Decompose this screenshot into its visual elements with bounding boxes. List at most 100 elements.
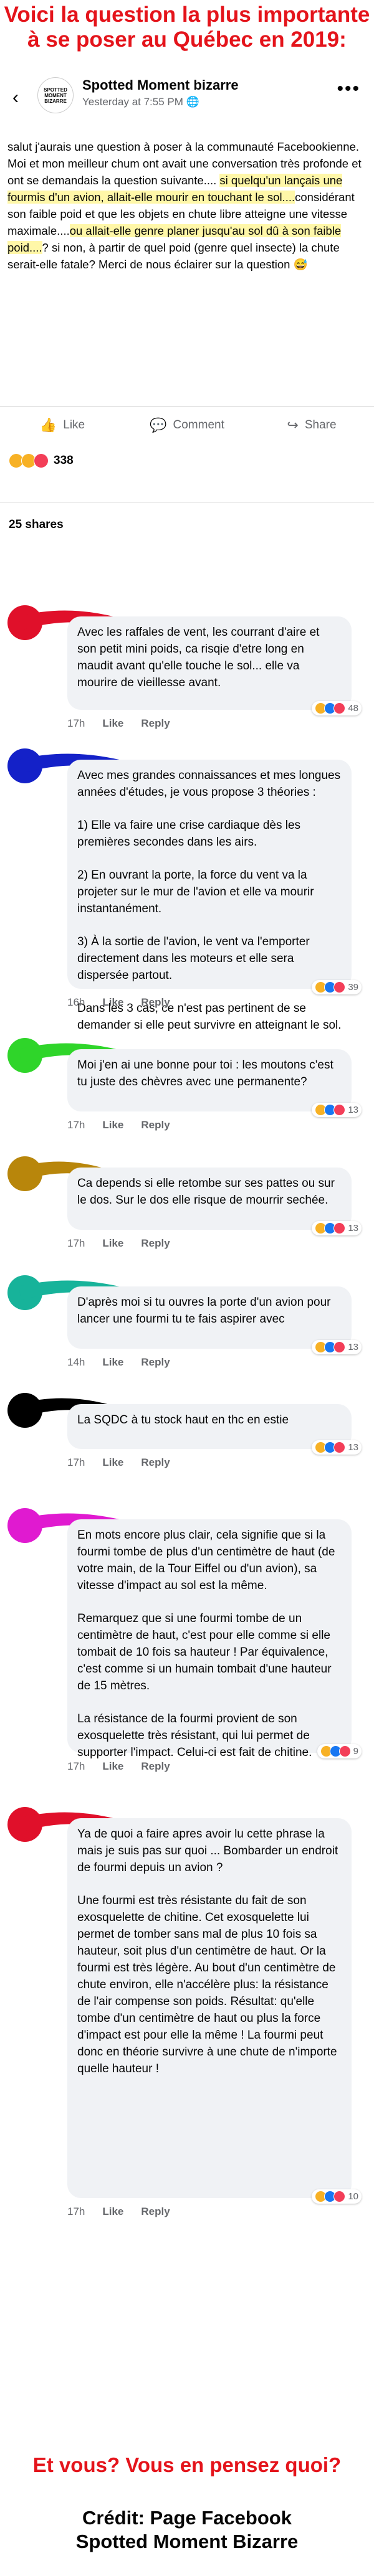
more-options-icon[interactable]: ••• bbox=[337, 78, 360, 100]
post-text-part: ? si non, à partir de quel poid (genre q… bbox=[7, 241, 340, 271]
comment-like-button[interactable]: Like bbox=[102, 996, 123, 1009]
comment-reaction-count: 10 bbox=[348, 2191, 358, 2202]
love-reaction-icon bbox=[34, 453, 49, 468]
comment-meta: 17h Like Reply bbox=[67, 1119, 170, 1131]
comment-reply-button[interactable]: Reply bbox=[141, 1356, 170, 1369]
comment-button[interactable]: 💬 Comment bbox=[125, 407, 249, 444]
comment-like-button[interactable]: Like bbox=[102, 1119, 123, 1131]
comment-time[interactable]: 17h bbox=[67, 1456, 85, 1469]
comment-reply-button[interactable]: Reply bbox=[141, 1456, 170, 1469]
comment-bubble: Avec mes grandes connaissances et mes lo… bbox=[67, 760, 352, 1065]
share-button[interactable]: ↪ Share bbox=[249, 407, 374, 444]
comment-text: D'après moi si tu ouvres la porte d'un a… bbox=[77, 1296, 331, 1326]
love-reaction-icon bbox=[333, 1104, 346, 1116]
comment-text: 3) À la sortie de l'avion, le vent va l'… bbox=[77, 935, 310, 982]
footer-question: Et vous? Vous en pensez quoi? bbox=[32, 2453, 342, 2476]
comment-reaction-count: 13 bbox=[348, 1223, 358, 1234]
comment-reactions[interactable]: 13 bbox=[312, 1103, 362, 1117]
comment-bubble: Ya de quoi a faire apres avoir lu cette … bbox=[67, 1818, 352, 2198]
post-header: ‹ SPOTTED MOMENT BIZARRE Spotted Moment … bbox=[0, 68, 374, 121]
comment-reply-button[interactable]: Reply bbox=[141, 717, 170, 730]
comment-time[interactable]: 16h bbox=[67, 996, 85, 1009]
comment-text: En mots encore plus clair, cela signifie… bbox=[77, 1529, 335, 1592]
comment-time[interactable]: 17h bbox=[67, 1237, 85, 1250]
thumbs-up-icon: 👍 bbox=[39, 417, 57, 433]
page-avatar[interactable]: SPOTTED MOMENT BIZARRE bbox=[37, 77, 74, 113]
comment-reactions[interactable]: 10 bbox=[312, 2189, 362, 2204]
comment-reactions[interactable]: 13 bbox=[312, 1440, 362, 1455]
comment-reactions[interactable]: 13 bbox=[312, 1340, 362, 1354]
comment-reply-button[interactable]: Reply bbox=[141, 996, 170, 1009]
comment-text: Avec les raffales de vent, les courrant … bbox=[77, 626, 320, 689]
comment-time[interactable]: 17h bbox=[67, 1119, 85, 1131]
love-reaction-icon bbox=[333, 981, 346, 993]
comment-like-button[interactable]: Like bbox=[102, 1237, 123, 1250]
post-text: salut j'aurais une question à poser à la… bbox=[7, 138, 367, 273]
comment-reaction-count: 13 bbox=[348, 1342, 358, 1352]
comment-meta: 14h Like Reply bbox=[67, 1356, 170, 1369]
comment-meta: 17h Like Reply bbox=[67, 2206, 170, 2218]
share-count[interactable]: 25 shares bbox=[9, 518, 64, 532]
comment-reply-button[interactable]: Reply bbox=[141, 1119, 170, 1131]
comment-text: Avec mes grandes connaissances et mes lo… bbox=[77, 769, 341, 799]
back-arrow-icon[interactable]: ‹ bbox=[12, 87, 19, 108]
comment-reply-button[interactable]: Reply bbox=[141, 2206, 170, 2218]
comment-reactions[interactable]: 39 bbox=[312, 980, 362, 994]
like-button[interactable]: 👍 Like bbox=[0, 407, 125, 444]
comment-meta: 17h Like Reply bbox=[67, 1237, 170, 1250]
comment-reply-button[interactable]: Reply bbox=[141, 1237, 170, 1250]
page-name[interactable]: Spotted Moment bizarre bbox=[82, 77, 239, 93]
comment-time[interactable]: 17h bbox=[67, 1760, 85, 1773]
love-reaction-icon bbox=[333, 1341, 346, 1353]
comment-bubble: En mots encore plus clair, cela signifie… bbox=[67, 1519, 352, 1759]
comment-text: Ca depends si elle retombe sur ses patte… bbox=[77, 1177, 335, 1207]
share-label: Share bbox=[304, 418, 337, 432]
comment-like-button[interactable]: Like bbox=[102, 2206, 123, 2218]
comment-meta: 17h Like Reply bbox=[67, 1456, 170, 1469]
avatar-logo-text: SPOTTED MOMENT BIZARRE bbox=[44, 87, 67, 104]
comment-reply-button[interactable]: Reply bbox=[141, 1760, 170, 1773]
comment-like-button[interactable]: Like bbox=[102, 1356, 123, 1369]
post-meta: Yesterday at 7:55 PM 🌐 bbox=[82, 96, 199, 108]
comment-bubble: Avec les raffales de vent, les courrant … bbox=[67, 616, 352, 710]
comment-meta: 17h Like Reply bbox=[67, 717, 170, 730]
comment-like-button[interactable]: Like bbox=[102, 1760, 123, 1773]
comment-reaction-count: 13 bbox=[348, 1442, 358, 1453]
comment-text: La SQDC à tu stock haut en thc en estie bbox=[77, 1413, 289, 1427]
comment-text: Moi j'en ai une bonne pour toi : les mou… bbox=[77, 1059, 333, 1088]
credit-line-1: Crédit: Page Facebook bbox=[82, 2507, 292, 2529]
comment-time[interactable]: 14h bbox=[67, 1356, 85, 1369]
share-icon: ↪ bbox=[287, 417, 299, 433]
like-label: Like bbox=[63, 418, 85, 432]
comment-reactions[interactable]: 9 bbox=[317, 1744, 362, 1758]
comment-text: 2) En ouvrant la porte, la force du vent… bbox=[77, 869, 314, 915]
globe-icon: 🌐 bbox=[186, 96, 199, 108]
comment-reactions[interactable]: 48 bbox=[312, 701, 362, 715]
headline: Voici la question la plus importante à s… bbox=[4, 2, 370, 52]
love-reaction-icon bbox=[333, 702, 346, 714]
comment-reactions[interactable]: 13 bbox=[312, 1221, 362, 1235]
comment-time[interactable]: 17h bbox=[67, 2206, 85, 2218]
comment-bubble: D'après moi si tu ouvres la porte d'un a… bbox=[67, 1286, 352, 1349]
comment-reaction-count: 48 bbox=[348, 703, 358, 714]
love-reaction-icon bbox=[338, 1745, 351, 1757]
comment-time[interactable]: 17h bbox=[67, 717, 85, 730]
reaction-count: 338 bbox=[54, 454, 74, 467]
comment-label: Comment bbox=[173, 418, 224, 432]
comment-text: 1) Elle va faire une crise cardiaque dès… bbox=[77, 819, 301, 849]
comment-like-button[interactable]: Like bbox=[102, 1456, 123, 1469]
comment-meta: 16h Like Reply bbox=[67, 996, 170, 1009]
reaction-summary[interactable]: 338 bbox=[9, 453, 74, 468]
love-reaction-icon bbox=[333, 2191, 346, 2202]
love-reaction-icon bbox=[333, 1441, 346, 1453]
comment-like-button[interactable]: Like bbox=[102, 717, 123, 730]
post-actions: 👍 Like 💬 Comment ↪ Share bbox=[0, 406, 374, 444]
comment-text: Une fourmi est très résistante du fait d… bbox=[77, 1894, 337, 2075]
comment-icon: 💬 bbox=[150, 417, 167, 433]
comment-bubble: Moi j'en ai une bonne pour toi : les mou… bbox=[67, 1049, 352, 1111]
comment-text: Ya de quoi a faire apres avoir lu cette … bbox=[77, 1828, 338, 1874]
post-timestamp[interactable]: Yesterday at 7:55 PM bbox=[82, 96, 183, 108]
comment-meta: 17h Like Reply bbox=[67, 1760, 170, 1773]
comment-bubble: Ca depends si elle retombe sur ses patte… bbox=[67, 1168, 352, 1230]
comment-reaction-count: 39 bbox=[348, 982, 358, 993]
